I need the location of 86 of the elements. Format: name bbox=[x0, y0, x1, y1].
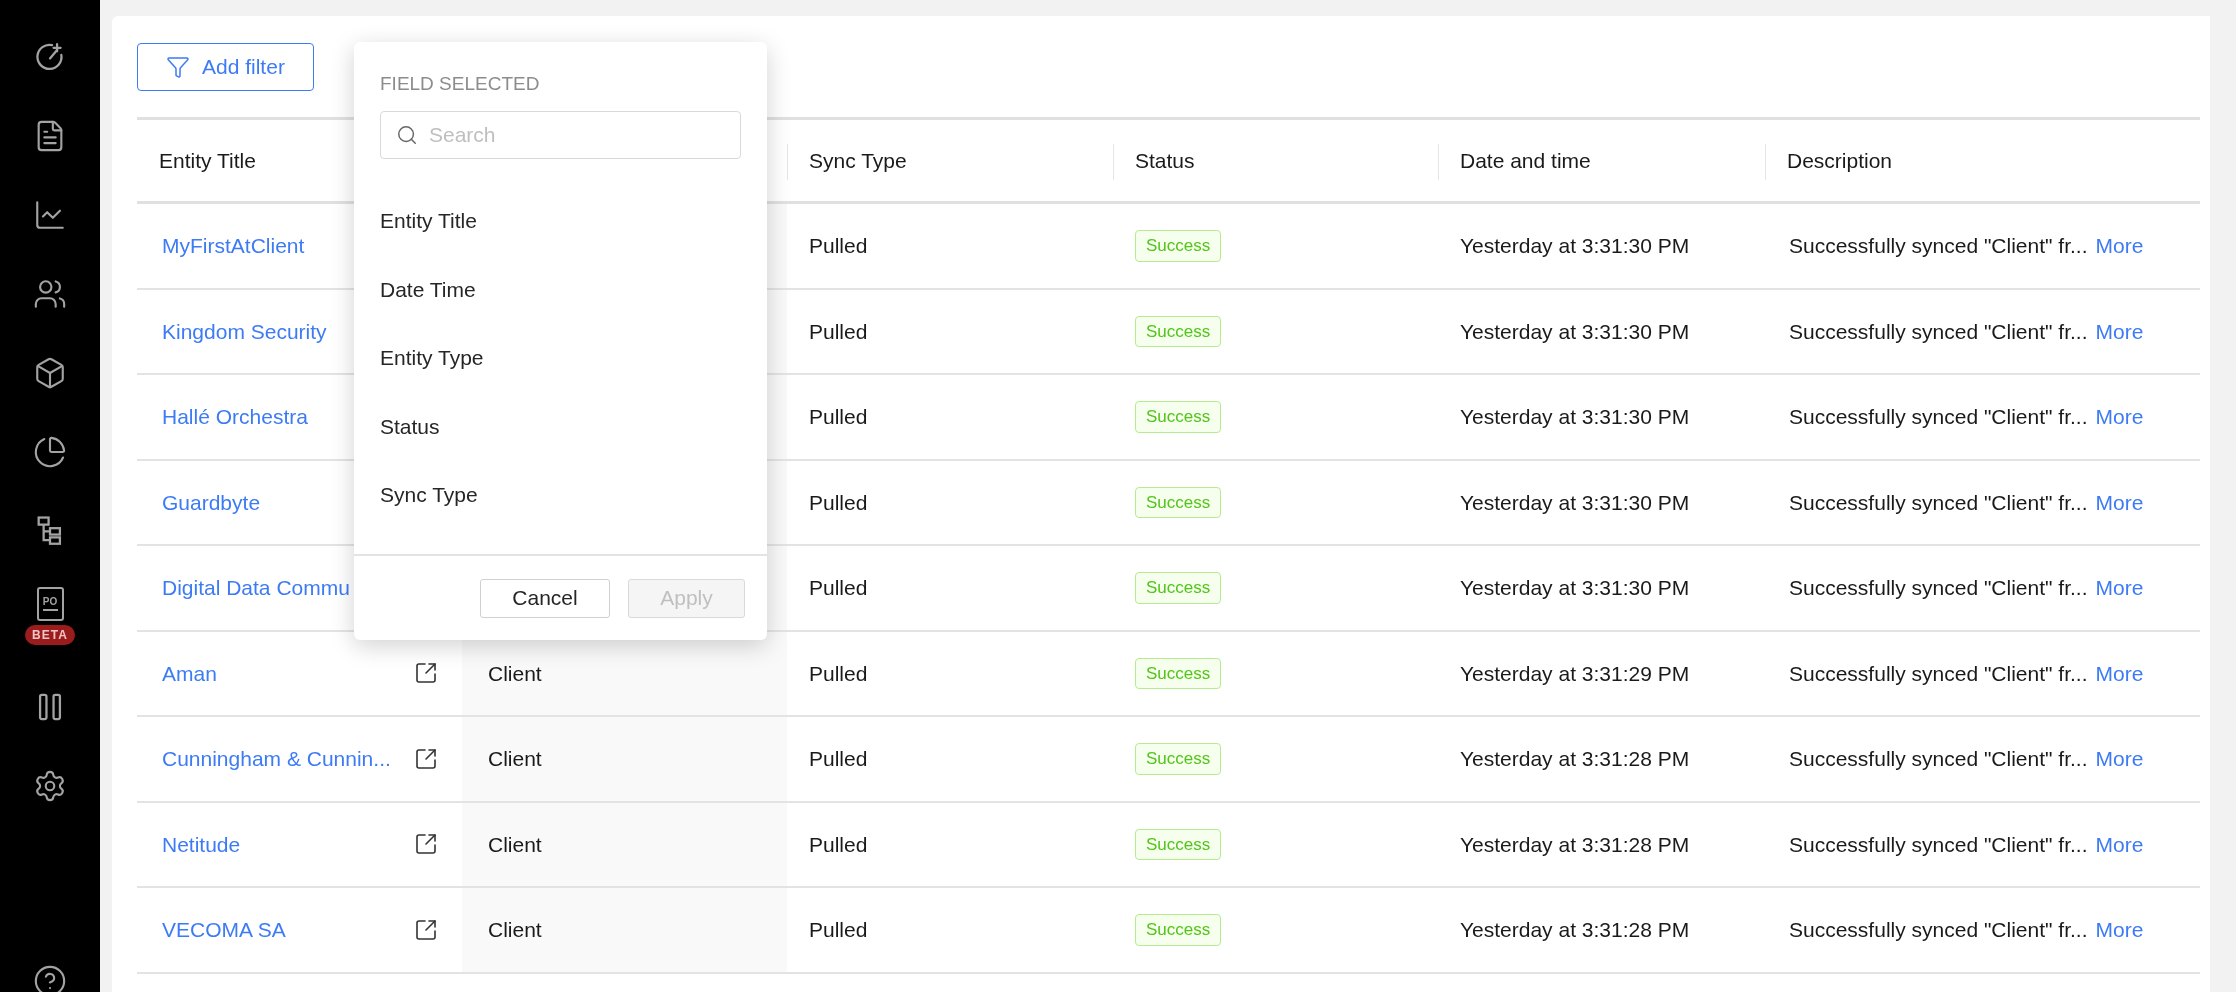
sync-type-cell-text: Pulled bbox=[809, 831, 868, 858]
field-option[interactable]: Entity Title bbox=[380, 186, 741, 255]
entity-title-link[interactable]: Cunningham & Cunnin... bbox=[162, 743, 391, 775]
entity-title-link[interactable]: Digital Data Commu bbox=[162, 572, 350, 604]
description-cell-text: Successfully synced "Client" fr... bbox=[1789, 831, 2088, 858]
column-header[interactable]: Description bbox=[1787, 144, 1893, 177]
more-link[interactable]: More bbox=[2095, 486, 2144, 518]
field-option[interactable]: Date Time bbox=[380, 255, 741, 324]
more-link[interactable]: More bbox=[2095, 914, 2144, 946]
sync-type-cell-text: Pulled bbox=[809, 489, 868, 516]
date-time-cell-text: Yesterday at 3:31:28 PM bbox=[1460, 746, 1690, 772]
status-badge: Success bbox=[1135, 315, 1222, 347]
status-badge: Success bbox=[1135, 657, 1222, 689]
help-icon[interactable] bbox=[33, 964, 67, 992]
entity-type-cell-text: Client bbox=[488, 831, 542, 858]
entity-type-cell-text: Client bbox=[488, 660, 542, 687]
status-badge: Success bbox=[1135, 743, 1222, 775]
status-badge: Success bbox=[1135, 914, 1222, 946]
date-time-cell-text: Yesterday at 3:31:30 PM bbox=[1460, 575, 1690, 601]
settings-icon[interactable] bbox=[33, 769, 67, 803]
pie-chart-icon[interactable] bbox=[33, 435, 67, 469]
status-badge: Success bbox=[1135, 828, 1222, 860]
beta-badge: BETA bbox=[25, 625, 75, 645]
entity-type-cell-text: Client bbox=[488, 917, 542, 943]
more-link[interactable]: More bbox=[2095, 657, 2144, 689]
status-badge: Success bbox=[1135, 401, 1222, 433]
line-chart-icon[interactable] bbox=[33, 198, 67, 232]
entity-title-link[interactable]: Netitude bbox=[162, 828, 241, 860]
entity-title-link[interactable]: Guardbyte bbox=[162, 486, 261, 518]
sync-type-cell-text: Pulled bbox=[809, 575, 868, 601]
open-link-icon[interactable] bbox=[414, 832, 438, 857]
entity-title-link[interactable]: Aman bbox=[162, 657, 217, 689]
description-cell-text: Successfully synced "Client" fr... bbox=[1789, 917, 2088, 943]
entity-title-link[interactable]: Kingdom Security bbox=[162, 315, 327, 347]
description-cell-text: Successfully synced "Client" fr... bbox=[1789, 318, 2088, 345]
entity-title-link[interactable]: MyFirstAtClient bbox=[162, 230, 305, 262]
more-link[interactable]: More bbox=[2095, 572, 2144, 604]
status-badge: Success bbox=[1135, 486, 1222, 518]
sync-type-cell-text: Pulled bbox=[809, 404, 868, 430]
entity-type-cell-text: Client bbox=[488, 746, 542, 772]
open-link-icon[interactable] bbox=[414, 917, 438, 942]
open-link-icon[interactable] bbox=[414, 661, 438, 686]
sync-type-cell-text: Pulled bbox=[809, 318, 868, 345]
users-icon[interactable] bbox=[33, 277, 67, 311]
date-time-cell-text: Yesterday at 3:31:29 PM bbox=[1460, 660, 1690, 687]
search-field[interactable]: Search bbox=[380, 110, 741, 159]
entity-title-link[interactable]: VECOMA SA bbox=[162, 914, 286, 946]
more-link[interactable]: More bbox=[2095, 401, 2144, 433]
description-cell-text: Successfully synced "Client" fr... bbox=[1789, 660, 2088, 687]
po-document-icon[interactable]: PO bbox=[36, 587, 64, 621]
open-link-icon[interactable] bbox=[414, 746, 438, 771]
filter-icon bbox=[166, 55, 190, 79]
field-option[interactable]: Entity Type bbox=[380, 323, 741, 392]
description-cell-text: Successfully synced "Client" fr... bbox=[1789, 404, 2088, 430]
popup-title: FIELD SELECTED bbox=[380, 72, 541, 96]
column-header[interactable]: Date and time bbox=[1460, 144, 1591, 177]
entity-title-link[interactable]: Hallé Orchestra bbox=[162, 401, 308, 433]
cancel-button[interactable]: Cancel bbox=[480, 578, 610, 618]
status-badge: Success bbox=[1135, 230, 1222, 262]
cube-icon[interactable] bbox=[33, 356, 67, 390]
description-cell-text: Successfully synced "Client" fr... bbox=[1789, 746, 2088, 772]
date-time-cell-text: Yesterday at 3:31:30 PM bbox=[1460, 404, 1690, 430]
date-time-cell-text: Yesterday at 3:31:30 PM bbox=[1460, 489, 1690, 516]
more-link[interactable]: More bbox=[2095, 828, 2144, 860]
column-header[interactable]: Status bbox=[1135, 144, 1195, 177]
search-icon bbox=[396, 123, 418, 146]
column-header[interactable]: Entity Title bbox=[159, 144, 256, 177]
description-cell-text: Successfully synced "Client" fr... bbox=[1789, 489, 2088, 516]
date-time-cell-text: Yesterday at 3:31:30 PM bbox=[1460, 233, 1690, 259]
description-cell-text: Successfully synced "Client" fr... bbox=[1789, 575, 2088, 601]
date-time-cell-text: Yesterday at 3:31:28 PM bbox=[1460, 831, 1690, 858]
add-filter-button[interactable]: Add filter bbox=[137, 43, 314, 91]
more-link[interactable]: More bbox=[2095, 315, 2144, 347]
status-badge: Success bbox=[1135, 572, 1222, 604]
sync-type-cell-text: Pulled bbox=[809, 660, 868, 687]
sync-type-cell-text: Pulled bbox=[809, 917, 868, 943]
field-option[interactable]: Status bbox=[380, 392, 741, 461]
column-header[interactable]: Sync Type bbox=[809, 144, 907, 177]
date-time-cell-text: Yesterday at 3:31:30 PM bbox=[1460, 318, 1690, 345]
more-link[interactable]: More bbox=[2095, 743, 2144, 775]
description-cell-text: Successfully synced "Client" fr... bbox=[1789, 233, 2088, 259]
sync-type-cell-text: Pulled bbox=[809, 746, 868, 772]
date-time-cell-text: Yesterday at 3:31:28 PM bbox=[1460, 917, 1690, 943]
sync-type-cell-text: Pulled bbox=[809, 233, 868, 259]
more-link[interactable]: More bbox=[2095, 230, 2144, 262]
field-option[interactable]: Sync Type bbox=[380, 460, 741, 529]
